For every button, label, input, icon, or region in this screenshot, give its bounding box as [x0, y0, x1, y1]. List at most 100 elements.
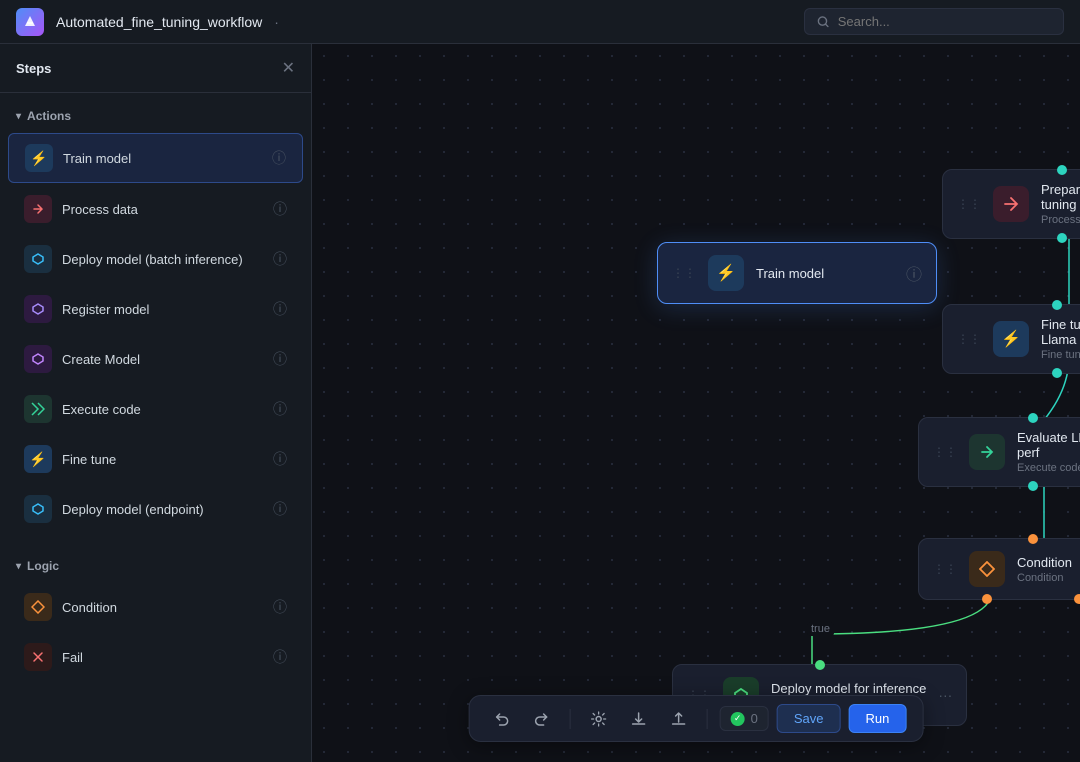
evaluate-llm-connector-top — [1028, 413, 1038, 423]
node-fine-tune-llama[interactable]: ⋮⋮ ⚡ Fine tune Llama 3.1 Fine tune ··· — [942, 304, 1080, 374]
sidebar-item-fail-label: Fail — [62, 650, 263, 665]
process-data-icon — [24, 195, 52, 223]
condition-connector-bottom-left — [982, 594, 992, 604]
sidebar-item-create-model-info[interactable]: ⓘ — [273, 349, 287, 369]
sidebar-item-fail-info[interactable]: ⓘ — [273, 647, 287, 667]
fine-tune-llama-connector-bottom — [1052, 368, 1062, 378]
sidebar-item-register-model-label: Register model — [62, 302, 263, 317]
fine-tune-llama-subtitle: Fine tune — [1041, 349, 1080, 361]
evaluate-llm-connector-bottom — [1028, 481, 1038, 491]
run-button[interactable]: Run — [849, 704, 907, 733]
workflow-canvas[interactable]: ⋮⋮ Prepare fine tuning dataset Process d… — [312, 44, 1080, 762]
sidebar-item-fail[interactable]: Fail ⓘ — [8, 633, 303, 681]
evaluate-llm-info: Evaluate LLM perf Execute code — [1017, 430, 1080, 474]
status-dot — [731, 712, 745, 726]
canvas-connections — [312, 44, 1080, 762]
condition-node-info: Condition Condition — [1017, 555, 1080, 584]
app-title: Automated_fine_tuning_workflow — [56, 14, 262, 30]
node-prepare-dataset[interactable]: ⋮⋮ Prepare fine tuning dataset Process d… — [942, 169, 1080, 239]
deploy-inference-menu[interactable]: ··· — [938, 687, 952, 703]
sidebar-item-process-data[interactable]: Process data ⓘ — [8, 185, 303, 233]
train-model-node-icon: ⚡ — [708, 255, 744, 291]
sidebar-item-fine-tune[interactable]: ⚡ Fine tune ⓘ — [8, 435, 303, 483]
evaluate-llm-title: Evaluate LLM perf — [1017, 430, 1080, 460]
sidebar-item-execute-code[interactable]: Execute code ⓘ — [8, 385, 303, 433]
fine-tune-llama-icon: ⚡ — [993, 321, 1029, 357]
train-model-node-info: Train model — [756, 266, 890, 281]
drag-handle-condition[interactable]: ⋮⋮ — [933, 562, 957, 576]
redo-button[interactable] — [526, 705, 558, 733]
fail-icon — [24, 643, 52, 671]
sidebar-item-execute-code-info[interactable]: ⓘ — [273, 399, 287, 419]
save-button[interactable]: Save — [777, 704, 841, 733]
condition-node-title: Condition — [1017, 555, 1080, 570]
upload-button[interactable] — [663, 705, 695, 733]
drag-handle-prepare[interactable]: ⋮⋮ — [957, 197, 981, 211]
undo-button[interactable] — [486, 705, 518, 733]
prepare-dataset-title: Prepare fine tuning dataset — [1041, 182, 1080, 212]
chevron-down-icon-logic: ▾ — [16, 561, 21, 572]
sidebar-item-deploy-batch-info[interactable]: ⓘ — [273, 249, 287, 269]
search-bar[interactable] — [804, 8, 1064, 35]
node-evaluate-llm[interactable]: ⋮⋮ Evaluate LLM perf Execute code ··· — [918, 417, 1080, 487]
sidebar-item-fine-tune-info[interactable]: ⓘ — [273, 449, 287, 469]
sidebar-item-deploy-endpoint-label: Deploy model (endpoint) — [62, 502, 263, 517]
sidebar-item-fine-tune-label: Fine tune — [62, 452, 263, 467]
deploy-inference-connector-top — [815, 660, 825, 670]
create-model-icon — [24, 345, 52, 373]
drag-handle-fine-tune[interactable]: ⋮⋮ — [957, 332, 981, 346]
sidebar-item-register-model[interactable]: Register model ⓘ — [8, 285, 303, 333]
download-button[interactable] — [623, 705, 655, 733]
sidebar-item-train-model-info[interactable]: ⓘ — [272, 148, 286, 168]
sidebar-item-train-model-label: Train model — [63, 151, 262, 166]
edge-label-true: true — [807, 622, 834, 636]
prepare-dataset-subtitle: Process data — [1041, 214, 1080, 226]
sidebar-item-condition-info[interactable]: ⓘ — [273, 597, 287, 617]
sidebar-item-process-data-label: Process data — [62, 202, 263, 217]
fine-tune-llama-title: Fine tune Llama 3.1 — [1041, 317, 1080, 347]
sidebar-item-deploy-endpoint-info[interactable]: ⓘ — [273, 499, 287, 519]
bottom-toolbar: 0 Save Run — [469, 695, 924, 742]
fine-tune-llama-info: Fine tune Llama 3.1 Fine tune — [1041, 317, 1080, 361]
search-icon — [817, 15, 830, 29]
app-logo — [16, 8, 44, 36]
settings-button[interactable] — [583, 705, 615, 733]
deploy-batch-icon — [24, 245, 52, 273]
sidebar-section-actions-header[interactable]: ▾ Actions — [0, 101, 311, 131]
sidebar-item-execute-code-label: Execute code — [62, 402, 263, 417]
sidebar-item-process-data-info[interactable]: ⓘ — [273, 199, 287, 219]
sidebar-section-actions: ▾ Actions ⚡ Train model ⓘ Process data ⓘ — [0, 93, 311, 543]
execute-code-icon — [24, 395, 52, 423]
sidebar-item-condition-label: Condition — [62, 600, 263, 615]
fine-tune-llama-connector-top — [1052, 300, 1062, 310]
sidebar-item-condition[interactable]: Condition ⓘ — [8, 583, 303, 631]
prepare-dataset-connector-top — [1057, 165, 1067, 175]
drag-handle-evaluate[interactable]: ⋮⋮ — [933, 445, 957, 459]
deploy-inference-title: Deploy model for inference — [771, 681, 926, 696]
node-condition[interactable]: ⋮⋮ Condition Condition ··· — [918, 538, 1080, 600]
train-model-node-title: Train model — [756, 266, 890, 281]
sidebar-item-deploy-batch[interactable]: Deploy model (batch inference) ⓘ — [8, 235, 303, 283]
sidebar-item-register-model-info[interactable]: ⓘ — [273, 299, 287, 319]
node-train-model-dragged[interactable]: ⋮⋮ ⚡ Train model ⓘ — [657, 242, 937, 304]
condition-node-icon — [969, 551, 1005, 587]
evaluate-llm-icon — [969, 434, 1005, 470]
search-input[interactable] — [838, 14, 1051, 29]
toolbar-divider-1 — [570, 709, 571, 729]
sidebar-item-deploy-endpoint[interactable]: Deploy model (endpoint) ⓘ — [8, 485, 303, 533]
fine-tune-icon: ⚡ — [24, 445, 52, 473]
prepare-dataset-info: Prepare fine tuning dataset Process data — [1041, 182, 1080, 226]
train-model-info-icon[interactable]: ⓘ — [906, 261, 922, 285]
sidebar-section-logic-label: Logic — [27, 559, 59, 573]
sidebar-item-create-model[interactable]: Create Model ⓘ — [8, 335, 303, 383]
sidebar-item-train-model[interactable]: ⚡ Train model ⓘ — [8, 133, 303, 183]
drag-handle-train[interactable]: ⋮⋮ — [672, 266, 696, 280]
condition-icon — [24, 593, 52, 621]
condition-connector-top — [1028, 534, 1038, 544]
sidebar-close-button[interactable]: ✕ — [282, 58, 295, 78]
condition-node-subtitle: Condition — [1017, 572, 1080, 584]
sidebar-section-logic-header[interactable]: ▾ Logic — [0, 551, 311, 581]
sidebar-section-actions-label: Actions — [27, 109, 71, 123]
topbar: Automated_fine_tuning_workflow · — [0, 0, 1080, 44]
evaluate-llm-subtitle: Execute code — [1017, 462, 1080, 474]
